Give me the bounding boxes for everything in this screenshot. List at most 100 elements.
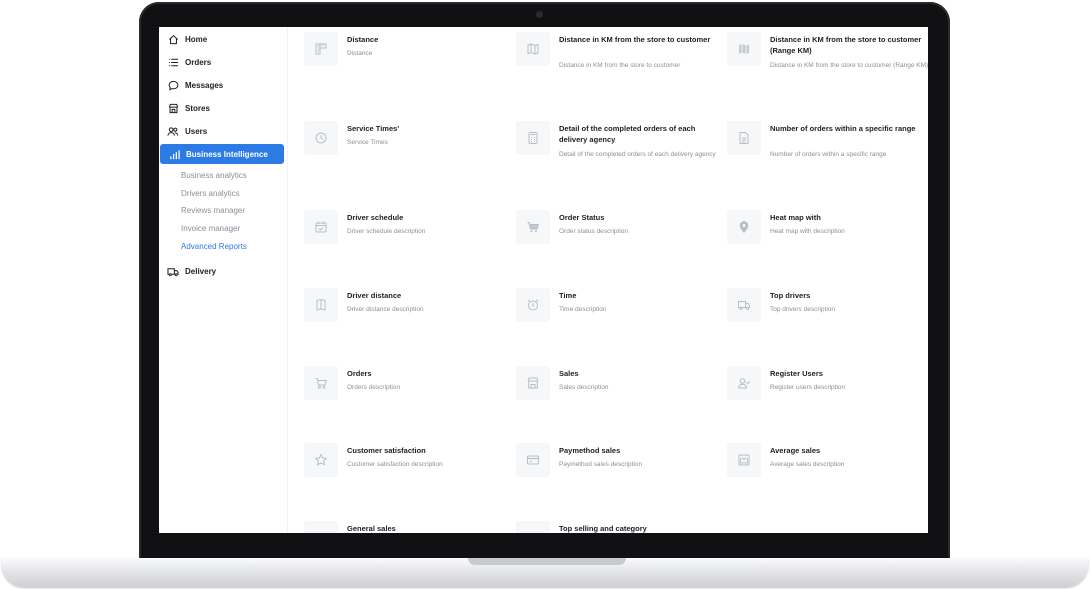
document-icon: [727, 121, 761, 155]
chat-bubble-icon: [166, 78, 180, 92]
tag-icon: [516, 521, 550, 533]
report-title: Top drivers: [770, 291, 811, 300]
report-card-distance-km[interactable]: Distance in KM from the store to custome…: [516, 28, 721, 88]
calendar-check-icon: [304, 210, 338, 244]
store-icon: [166, 101, 180, 115]
report-description: Distance in KM from the store to custome…: [559, 62, 681, 69]
report-description: Order status description: [559, 228, 629, 235]
sidebar-subitem-drivers-analytics[interactable]: Drivers analytics: [181, 189, 240, 198]
sidebar-subitem-advanced-reports[interactable]: Advanced Reports: [181, 242, 247, 251]
report-title: Order Status: [559, 213, 605, 222]
sidebar-subitem-business-analytics[interactable]: Business analytics: [181, 171, 247, 180]
truck-icon: [166, 264, 180, 278]
report-card-customer-satisfaction[interactable]: Customer satisfaction Customer satisfact…: [304, 439, 509, 499]
map-pin-icon: [727, 210, 761, 244]
report-card-order-status[interactable]: Order Status Order status description: [516, 206, 721, 266]
report-title: Top selling and category: [559, 524, 647, 533]
truck-icon: [727, 288, 761, 322]
report-title: Driver schedule: [347, 213, 404, 222]
report-description: Service Times: [347, 139, 388, 146]
report-description: Distance: [347, 50, 373, 57]
report-card-distance[interactable]: Distance Distance: [304, 28, 509, 88]
sidebar-item-orders[interactable]: Orders: [159, 52, 284, 72]
sidebar-subitem-reviews-manager[interactable]: Reviews manager: [181, 206, 245, 215]
cart-icon: [304, 521, 338, 533]
report-title: Register Users: [770, 369, 823, 378]
report-description: Time description: [559, 306, 607, 313]
report-title: Sales: [559, 369, 579, 378]
report-description: Driver schedule description: [347, 228, 426, 235]
report-card-orders[interactable]: Orders Orders description: [304, 362, 509, 422]
report-title: Average sales: [770, 446, 821, 455]
report-card-average-sales[interactable]: Average sales Average sales description: [727, 439, 928, 499]
report-description: Number of orders within a specific range: [770, 151, 887, 158]
report-title: Distance in KM from the store to custome…: [559, 35, 711, 44]
sidebar-item-label: Stores: [185, 103, 210, 113]
report-card-paymethod-sales[interactable]: Paymethod sales Paymethod sales descript…: [516, 439, 721, 499]
list-icon: [166, 55, 180, 69]
star-icon: [304, 443, 338, 477]
report-card-register-users[interactable]: Register Users Register users descriptio…: [727, 362, 928, 422]
map-icon: [516, 32, 550, 66]
map-icon: [727, 32, 761, 66]
clock-icon: [304, 121, 338, 155]
report-card-time[interactable]: Time Time description: [516, 284, 721, 344]
report-title: Heat map with: [770, 213, 821, 222]
sidebar-item-stores[interactable]: Stores: [159, 98, 284, 118]
report-title: Orders: [347, 369, 372, 378]
report-title: Distance: [347, 35, 379, 44]
reports-grid: Distance Distance Distance in KM from th…: [288, 27, 928, 533]
report-description: Detail of the completed orders of each d…: [559, 151, 716, 158]
sidebar-item-users[interactable]: Users: [159, 121, 284, 141]
report-description: Register users description: [770, 384, 846, 391]
ruler-icon: [304, 32, 338, 66]
sidebar-item-messages[interactable]: Messages: [159, 75, 284, 95]
report-title: Time: [559, 291, 577, 300]
sidebar-item-business-intelligence[interactable]: Business Intelligence: [160, 144, 284, 164]
report-card-top-selling-category[interactable]: Top selling and category: [516, 517, 721, 533]
map-icon: [304, 288, 338, 322]
user-check-icon: [727, 366, 761, 400]
sidebar-item-label: Business Intelligence: [186, 149, 268, 159]
report-title: Paymethod sales: [559, 446, 621, 455]
sidebar-item-label: Users: [185, 126, 208, 136]
sidebar-item-delivery[interactable]: Delivery: [159, 261, 284, 281]
report-description: Orders description: [347, 384, 401, 391]
laptop-base: [2, 558, 1088, 587]
report-card-driver-distance[interactable]: Driver distance Driver distance descript…: [304, 284, 509, 344]
report-card-heat-map[interactable]: Heat map with Heat map with description: [727, 206, 928, 266]
report-title: Service Times': [347, 124, 400, 133]
report-description: Customer satisfaction description: [347, 461, 443, 468]
store-icon: [516, 366, 550, 400]
sidebar-subitem-invoice-manager[interactable]: Invoice manager: [181, 224, 240, 233]
report-title: Number of orders within a specific range: [770, 124, 916, 133]
report-title: Detail of the completed orders of each d…: [559, 124, 696, 144]
report-description: Average sales description: [770, 461, 845, 468]
alarm-clock-icon: [516, 288, 550, 322]
report-card-completed-orders-detail[interactable]: Detail of the completed orders of each d…: [516, 117, 721, 177]
laptop-notch: [468, 558, 626, 565]
webcam: [536, 11, 543, 18]
sidebar-item-label: Orders: [185, 57, 212, 67]
sidebar-item-label: Home: [185, 34, 208, 44]
report-card-general-sales[interactable]: General sales: [304, 517, 509, 533]
cart-icon: [304, 366, 338, 400]
report-card-service-times[interactable]: Service Times' Service Times: [304, 117, 509, 177]
report-card-orders-within-range[interactable]: Number of orders within a specific range…: [727, 117, 928, 177]
report-card-driver-schedule[interactable]: Driver schedule Driver schedule descript…: [304, 206, 509, 266]
calculator-icon: [516, 121, 550, 155]
sidebar-item-label: Delivery: [185, 266, 217, 276]
report-card-sales[interactable]: Sales Sales description: [516, 362, 721, 422]
sidebar-item-home[interactable]: Home: [159, 29, 284, 49]
report-card-distance-km-range[interactable]: Distance in KM from the store to custome…: [727, 28, 928, 88]
users-icon: [166, 124, 180, 138]
app-screen: Home Orders Messages Stores Users Busine…: [159, 27, 928, 533]
report-title: Distance in KM from the store to custome…: [770, 35, 922, 55]
report-description: Heat map with description: [770, 228, 845, 235]
report-card-top-drivers[interactable]: Top drivers Top drivers description: [727, 284, 928, 344]
report-title: Driver distance: [347, 291, 402, 300]
credit-card-icon: [516, 443, 550, 477]
report-description: Distance in KM from the store to custome…: [770, 62, 928, 69]
report-title: General sales: [347, 524, 396, 533]
sidebar-item-label: Messages: [185, 80, 224, 90]
